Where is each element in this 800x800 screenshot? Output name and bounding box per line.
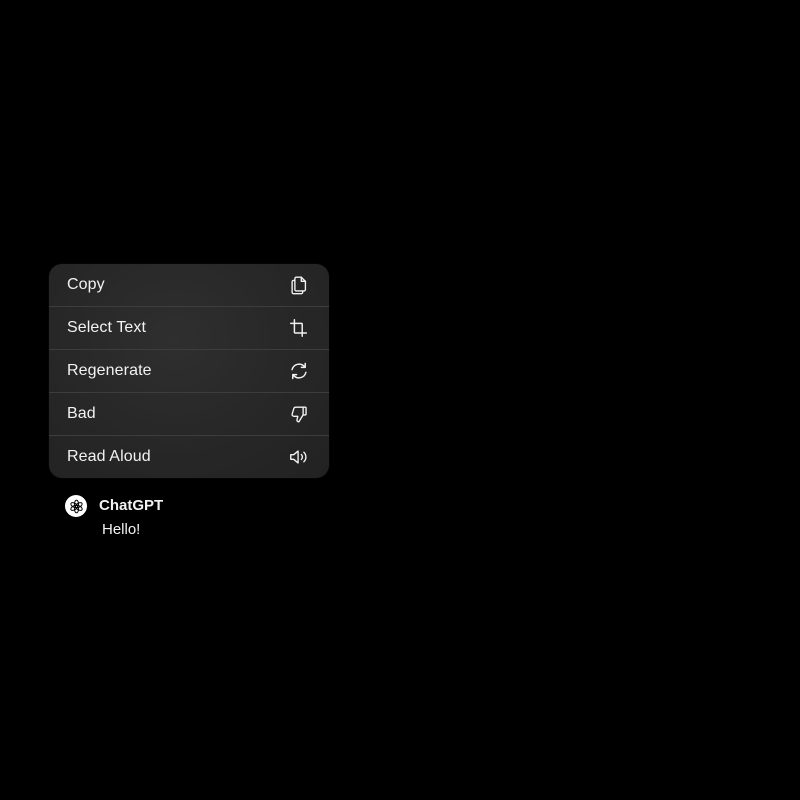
thumbs-down-icon [288, 403, 310, 425]
crop-icon [288, 317, 310, 339]
chatgpt-logo-icon [69, 499, 83, 513]
menu-item-label: Copy [67, 276, 105, 293]
menu-item-copy[interactable]: Copy [49, 264, 329, 306]
menu-item-regenerate[interactable]: Regenerate [49, 350, 329, 392]
menu-item-select-text[interactable]: Select Text [49, 307, 329, 349]
menu-item-label: Read Aloud [67, 448, 151, 465]
message-sender: ChatGPT [99, 497, 164, 514]
menu-item-bad[interactable]: Bad [49, 393, 329, 435]
screen: Copy Select Text Regenerate Bad Read Alo… [0, 0, 800, 800]
menu-item-read-aloud[interactable]: Read Aloud [49, 436, 329, 478]
menu-item-label: Regenerate [67, 362, 152, 379]
message-text: Hello! [102, 521, 141, 538]
menu-item-label: Bad [67, 405, 96, 422]
context-menu: Copy Select Text Regenerate Bad Read Alo… [49, 264, 329, 478]
refresh-icon [288, 360, 310, 382]
copy-icon [288, 274, 310, 296]
speaker-icon [288, 446, 310, 468]
avatar [65, 495, 87, 517]
menu-item-label: Select Text [67, 319, 147, 336]
